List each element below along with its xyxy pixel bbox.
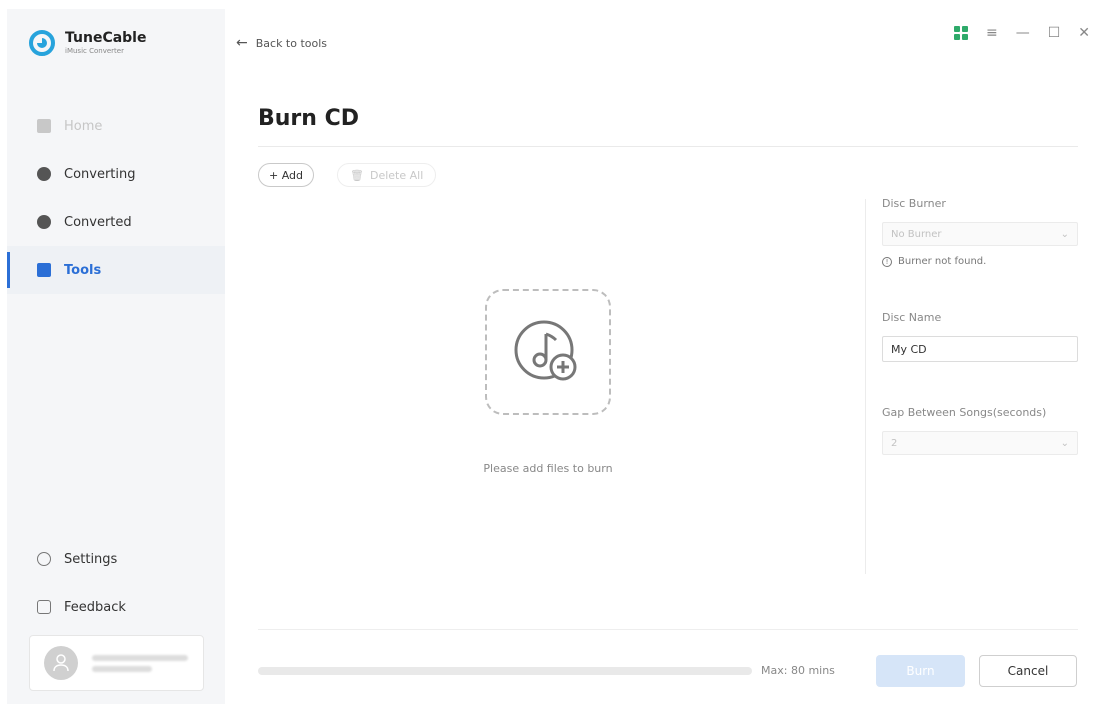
app-subtitle: iMusic Converter xyxy=(65,47,124,55)
app-name: TuneCable xyxy=(65,30,147,46)
sidebar-nav: Home Converting Converted Tools xyxy=(7,102,225,294)
page-title: Burn CD xyxy=(258,106,360,131)
home-icon xyxy=(37,119,51,133)
main-content: ← Back to tools ≡ — ☐ ✕ Burn CD + Add 🗑 … xyxy=(225,9,1102,704)
sidebar-item-converting[interactable]: Converting xyxy=(7,150,225,198)
back-label: Back to tools xyxy=(255,36,328,50)
add-button[interactable]: + Add xyxy=(258,163,315,187)
app-logo: TuneCable iMusic Converter xyxy=(29,30,146,56)
drop-zone[interactable] xyxy=(485,289,611,415)
converted-icon xyxy=(37,215,51,229)
settings-icon xyxy=(37,552,51,566)
tools-icon xyxy=(37,263,51,277)
sidebar: TuneCable iMusic Converter Home Converti… xyxy=(7,9,225,704)
sidebar-item-feedback[interactable]: Feedback xyxy=(7,583,225,631)
sidebar-item-home[interactable]: Home xyxy=(7,102,225,150)
sidebar-item-label: Feedback xyxy=(64,599,126,615)
app-window: TuneCable iMusic Converter Home Converti… xyxy=(7,9,1102,704)
chevron-down-icon: ⌄ xyxy=(1060,228,1069,240)
disc-name-field[interactable]: My CD xyxy=(882,336,1078,362)
disc-burner-label: Disc Burner xyxy=(882,197,946,210)
title-divider xyxy=(258,146,1078,147)
sidebar-bottom-nav: Settings Feedback xyxy=(7,535,225,631)
grid-view-icon[interactable] xyxy=(953,26,968,40)
burner-warning: ! Burner not found. xyxy=(882,256,1078,267)
sidebar-item-label: Converted xyxy=(64,214,132,230)
close-icon[interactable]: ✕ xyxy=(1078,25,1090,41)
disc-name-label: Disc Name xyxy=(882,311,942,324)
cancel-button[interactable]: Cancel xyxy=(979,655,1077,687)
panel-divider xyxy=(865,199,866,574)
window-controls: ≡ — ☐ ✕ xyxy=(953,25,1090,41)
burn-settings-panel: Disc Burner No Burner ⌄ ! Burner not fou… xyxy=(882,197,1078,455)
arrow-left-icon: ← xyxy=(236,35,248,51)
sidebar-item-label: Converting xyxy=(64,166,136,182)
sidebar-item-settings[interactable]: Settings xyxy=(7,535,225,583)
disc-burner-value: No Burner xyxy=(891,228,942,240)
burn-button[interactable]: Burn xyxy=(876,655,965,687)
tunecable-logo-icon xyxy=(29,30,55,56)
music-add-icon xyxy=(514,320,577,381)
user-info-redacted xyxy=(92,650,188,677)
sidebar-item-label: Home xyxy=(64,118,103,134)
capacity-progress-bar xyxy=(258,667,752,675)
back-to-tools-link[interactable]: ← Back to tools xyxy=(236,35,327,51)
disc-burner-select[interactable]: No Burner ⌄ xyxy=(882,222,1078,246)
sidebar-item-label: Tools xyxy=(64,262,102,278)
sidebar-item-tools[interactable]: Tools xyxy=(7,246,225,294)
sidebar-item-label: Settings xyxy=(64,551,118,567)
footer-divider xyxy=(258,629,1078,630)
feedback-icon xyxy=(37,600,51,614)
info-icon: ! xyxy=(882,256,892,267)
delete-all-button[interactable]: 🗑 Delete All xyxy=(337,163,437,187)
gap-label: Gap Between Songs(seconds) xyxy=(882,406,1047,419)
chevron-down-icon: ⌄ xyxy=(1060,437,1069,449)
user-avatar-icon xyxy=(44,646,78,680)
max-capacity-label: Max: 80 mins xyxy=(761,664,835,677)
minimize-icon[interactable]: — xyxy=(1016,25,1030,41)
gap-select[interactable]: 2 ⌄ xyxy=(882,431,1078,455)
drop-hint: Please add files to burn xyxy=(483,462,613,475)
menu-icon[interactable]: ≡ xyxy=(986,25,998,41)
converting-icon xyxy=(37,167,51,181)
maximize-icon[interactable]: ☐ xyxy=(1048,25,1061,41)
sidebar-item-converted[interactable]: Converted xyxy=(7,198,225,246)
user-account-card[interactable] xyxy=(29,635,204,691)
gap-value: 2 xyxy=(891,437,898,449)
burner-warning-text: Burner not found. xyxy=(898,256,987,267)
delete-all-label: Delete All xyxy=(369,168,424,182)
trash-icon: 🗑 xyxy=(350,168,364,182)
